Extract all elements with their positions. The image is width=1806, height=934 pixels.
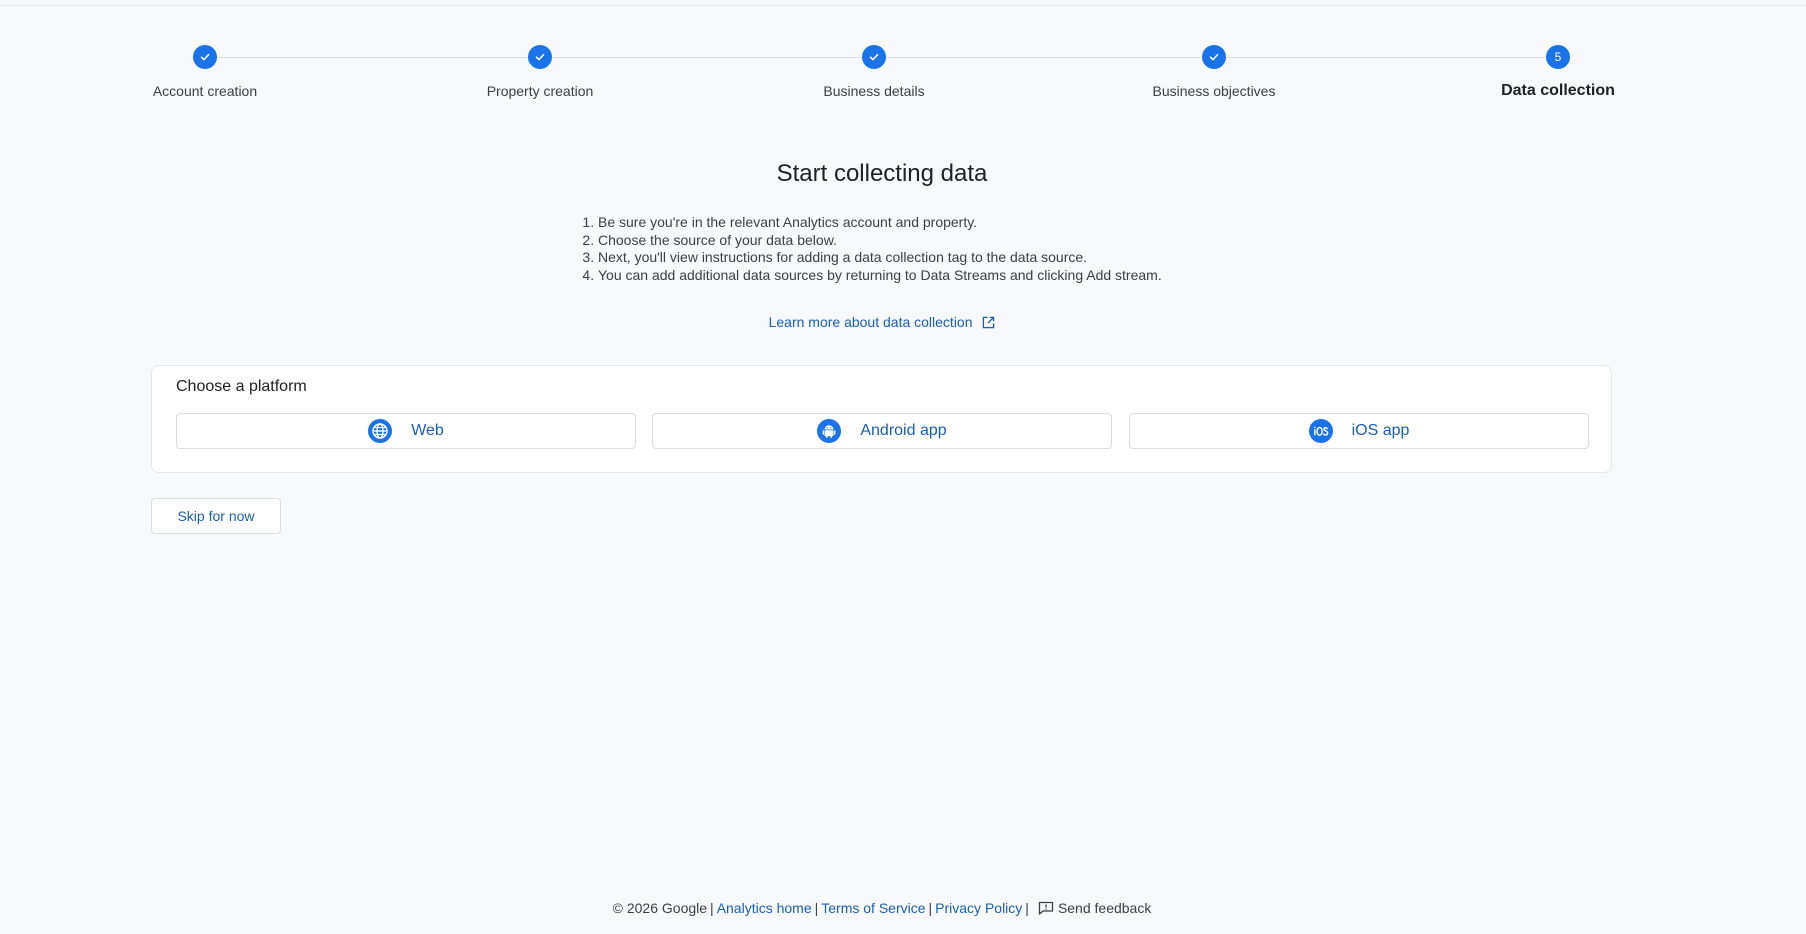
platform-card: Choose a platform Web Android app iOS ap…: [151, 365, 1612, 473]
instructions-list: Be sure you're in the relevant Analytics…: [578, 214, 1162, 284]
android-label: Android app: [860, 422, 947, 439]
globe-icon: [368, 419, 393, 443]
ios-label: iOS app: [1351, 422, 1410, 439]
ios-platform-button[interactable]: iOS app: [1129, 413, 1589, 449]
instruction-item: Choose the source of your data below.: [598, 232, 1162, 250]
check-icon: [528, 45, 552, 69]
android-platform-button[interactable]: Android app: [652, 413, 1112, 449]
instruction-item: You can add additional data sources by r…: [598, 267, 1162, 285]
step-property-creation[interactable]: Property creation: [420, 45, 660, 99]
step-business-details[interactable]: Business details: [754, 45, 994, 99]
analytics-home-link[interactable]: Analytics home: [717, 900, 812, 916]
web-platform-button[interactable]: Web: [176, 413, 636, 449]
open-in-new-icon: [983, 316, 995, 329]
setup-stepper: Account creation Property creation Busin…: [0, 0, 1806, 120]
learn-more-label: Learn more about data collection: [768, 314, 973, 330]
step-label: Data collection: [1501, 82, 1615, 99]
page: Account creation Property creation Busin…: [0, 0, 1806, 934]
android-icon: [817, 419, 842, 443]
step-label: Property creation: [486, 83, 594, 99]
terms-of-service-link[interactable]: Terms of Service: [821, 900, 925, 916]
step-label: Business objectives: [1152, 83, 1276, 99]
check-icon: [193, 45, 217, 69]
feedback-icon: [1038, 901, 1054, 915]
step-label: Business details: [823, 83, 925, 99]
copyright: © 2026 Google: [612, 900, 708, 916]
step-business-objectives[interactable]: Business objectives: [1094, 45, 1334, 99]
page-title: Start collecting data: [776, 160, 988, 187]
step-number-badge: 5: [1546, 45, 1570, 69]
web-label: Web: [411, 422, 444, 439]
send-feedback-label: Send feedback: [1057, 900, 1152, 916]
ios-icon: [1308, 419, 1333, 443]
platform-title: Choose a platform: [176, 378, 307, 395]
learn-more-link[interactable]: Learn more about data collection: [0, 314, 1764, 330]
instruction-item: Next, you'll view instructions for addin…: [598, 249, 1162, 267]
skip-for-now-button[interactable]: Skip for now: [151, 498, 281, 534]
send-feedback-button[interactable]: Send feedback: [1032, 900, 1151, 916]
instruction-item: Be sure you're in the relevant Analytics…: [598, 214, 1162, 232]
check-icon: [1202, 45, 1226, 69]
step-account-creation[interactable]: Account creation: [85, 45, 325, 99]
privacy-policy-link[interactable]: Privacy Policy: [935, 900, 1022, 916]
check-icon: [862, 45, 886, 69]
step-data-collection: 5 Data collection: [1438, 45, 1678, 100]
step-label: Account creation: [152, 83, 258, 99]
footer: © 2026 Google | Analytics home | Terms of Se…: [612, 900, 1152, 916]
